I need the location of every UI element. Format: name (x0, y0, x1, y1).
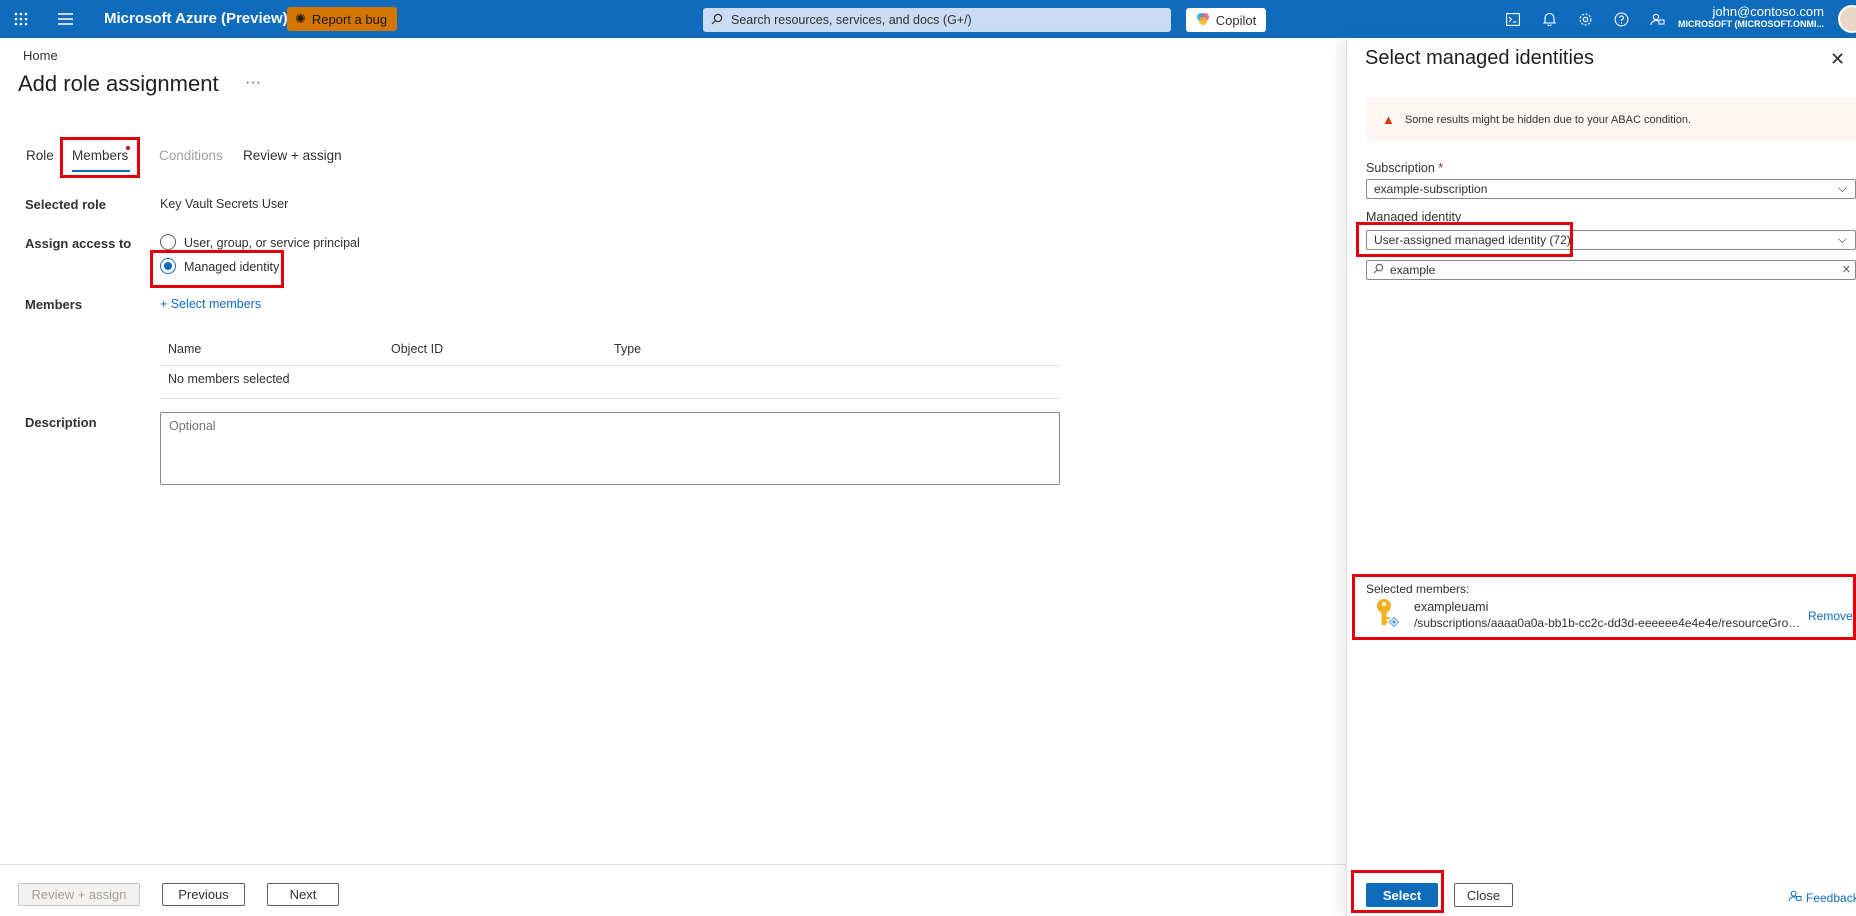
search-placeholder: Search resources, services, and docs (G+… (731, 13, 972, 27)
abac-warning-banner: ▲ Some results might be hidden due to yo… (1366, 97, 1856, 142)
top-bar: Microsoft Azure (Preview) ✺ Report a bug… (0, 0, 1856, 38)
report-bug-label: Report a bug (311, 11, 388, 27)
subscription-value: example-subscription (1374, 182, 1488, 196)
identity-search-input[interactable]: example ✕ (1366, 260, 1856, 280)
report-bug-button[interactable]: ✺ Report a bug (287, 7, 398, 31)
previous-button[interactable]: Previous (162, 883, 245, 906)
user-email: john@contoso.com (1712, 4, 1824, 19)
select-members-link[interactable]: + Select members (160, 297, 261, 311)
settings-gear-icon[interactable] (1576, 10, 1594, 28)
cloud-shell-icon[interactable] (1504, 10, 1522, 28)
notifications-icon[interactable] (1540, 10, 1558, 28)
radio-user-group[interactable] (160, 234, 176, 250)
chevron-down-icon: ⌵ (1837, 181, 1847, 195)
menu-icon[interactable] (56, 10, 74, 28)
members-label: Members (25, 297, 83, 312)
next-button[interactable]: Next (267, 883, 339, 906)
global-search-input[interactable]: Search resources, services, and docs (G+… (703, 8, 1171, 32)
assign-access-label: Assign access to (25, 236, 132, 251)
review-assign-button[interactable]: Review + assign (18, 883, 140, 906)
highlight-members-tab (60, 137, 140, 178)
breadcrumb-home[interactable]: Home (23, 48, 58, 63)
chevron-down-icon: ⌵ (1837, 232, 1847, 246)
highlight-managed-identity-dropdown (1356, 222, 1573, 257)
selected-role-label: Selected role (25, 197, 106, 212)
panel-title: Select managed identities (1365, 47, 1595, 69)
tab-conditions[interactable]: Conditions (159, 148, 223, 163)
copilot-icon (1196, 12, 1210, 29)
search-value: example (1390, 263, 1436, 277)
close-icon[interactable]: ✕ (1830, 49, 1845, 70)
brand-title[interactable]: Microsoft Azure (Preview) (104, 10, 288, 27)
user-org: MICROSOFT (MICROSOFT.ONMI... (1678, 19, 1824, 29)
clear-search-icon[interactable]: ✕ (1842, 263, 1851, 276)
footer-divider (0, 864, 1346, 865)
column-object-id: Object ID (391, 342, 444, 356)
more-options-icon[interactable]: ··· (245, 74, 261, 92)
tab-role[interactable]: Role (26, 148, 54, 163)
warning-icon: ▲ (1382, 112, 1395, 127)
close-button[interactable]: Close (1454, 883, 1513, 907)
table-divider (160, 398, 1060, 399)
highlight-managed-identity (150, 250, 284, 288)
search-icon (711, 13, 723, 28)
copilot-button[interactable]: Copilot (1186, 8, 1266, 32)
description-label: Description (25, 415, 97, 430)
subscription-dropdown[interactable]: example-subscription ⌵ (1366, 179, 1856, 199)
app-launcher-icon[interactable] (12, 10, 30, 28)
highlight-select-button (1351, 870, 1444, 913)
selected-role-value: Key Vault Secrets User (160, 197, 289, 211)
empty-members-text: No members selected (168, 372, 290, 386)
subscription-label: Subscription * (1366, 161, 1443, 175)
description-textarea[interactable] (160, 412, 1060, 485)
column-type: Type (614, 342, 642, 356)
page-title: Add role assignment (18, 71, 219, 96)
subscription-label-text: Subscription (1366, 161, 1435, 175)
feedback-icon[interactable] (1648, 10, 1666, 28)
search-icon (1373, 263, 1384, 277)
warning-text: Some results might be hidden due to your… (1404, 113, 1692, 126)
table-divider (160, 365, 1060, 366)
highlight-selected-members (1352, 574, 1856, 640)
copilot-label: Copilot (1215, 12, 1257, 28)
required-marker: * (1438, 161, 1444, 175)
feedback-person-icon (1788, 889, 1802, 906)
avatar[interactable] (1838, 5, 1856, 33)
bug-icon: ✺ (295, 11, 306, 26)
help-icon[interactable] (1612, 10, 1630, 28)
column-name: Name (168, 342, 202, 356)
user-account[interactable]: john@contoso.com MICROSOFT (MICROSOFT.ON… (1678, 4, 1824, 30)
option-user-group-label[interactable]: User, group, or service principal (184, 236, 360, 250)
feedback-label: Feedback (1806, 890, 1856, 905)
feedback-link[interactable]: Feedback (1788, 889, 1856, 906)
tab-review-assign[interactable]: Review + assign (243, 148, 342, 163)
